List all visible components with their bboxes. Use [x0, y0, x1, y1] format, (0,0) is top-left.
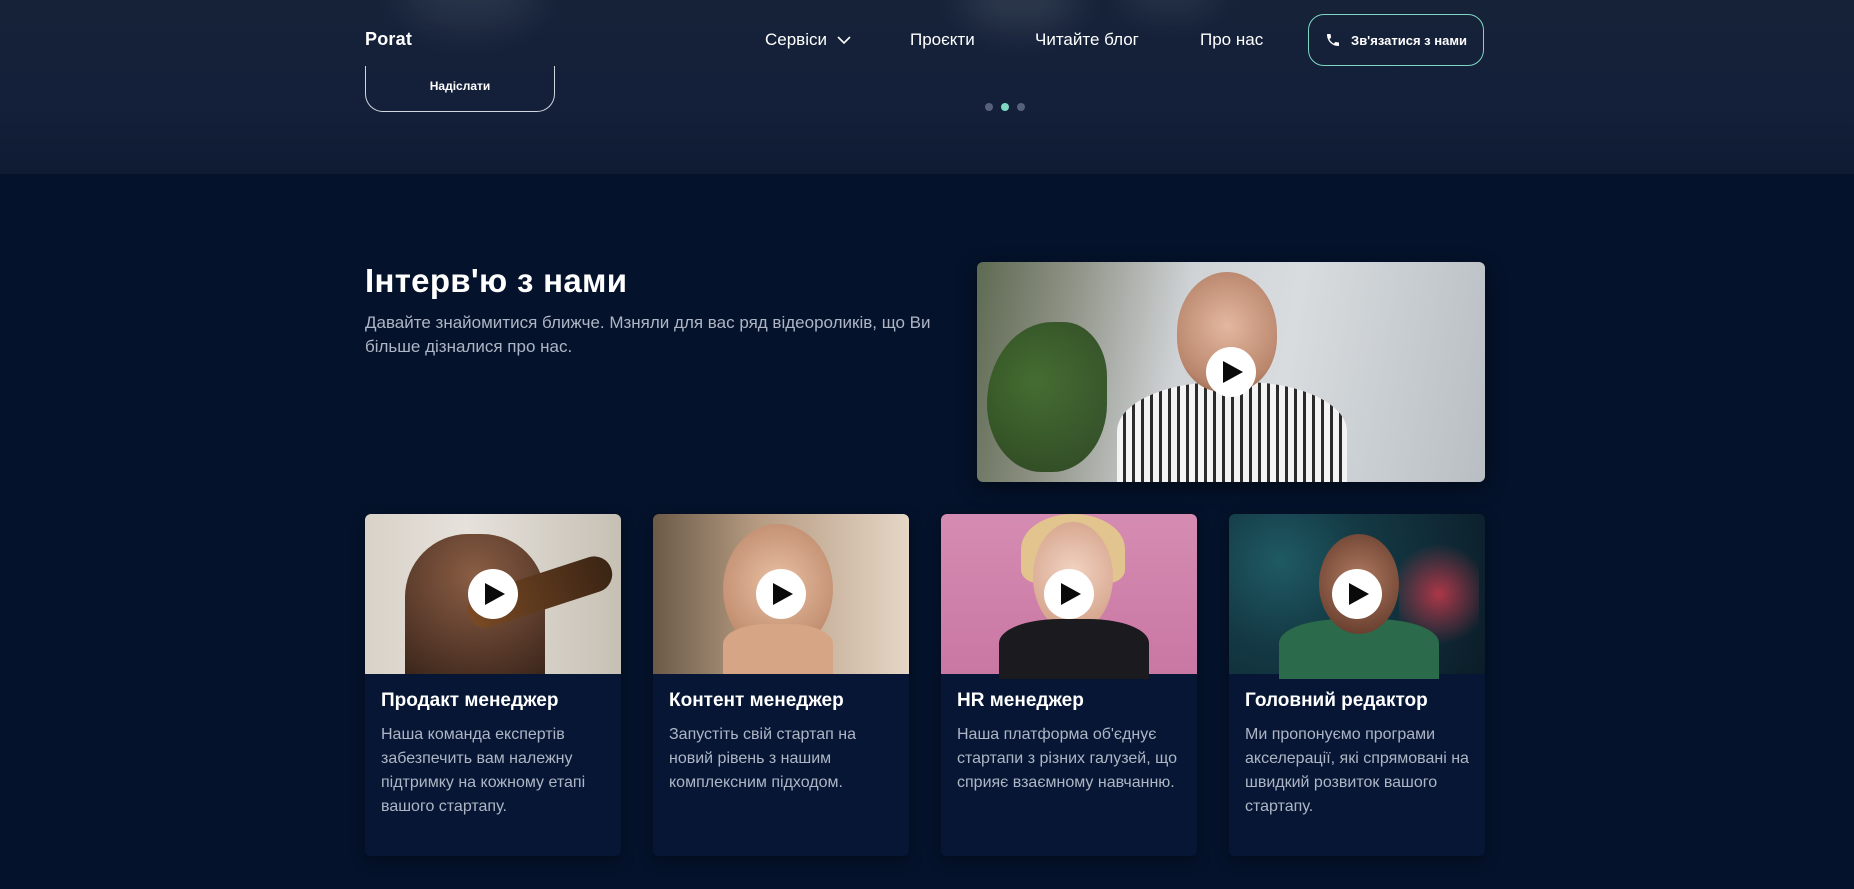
- video-card[interactable]: Продакт менеджер Наша команда експертів …: [365, 514, 621, 856]
- video-thumbnail: [365, 514, 621, 674]
- video-card[interactable]: Головний редактор Ми пропонуємо програми…: [1229, 514, 1485, 856]
- video-card[interactable]: HR менеджер Наша платформа об'єднує стар…: [941, 514, 1197, 856]
- nav-item-services[interactable]: Сервіси: [765, 30, 851, 50]
- site-logo[interactable]: Porat: [365, 29, 412, 50]
- submit-button[interactable]: Надіслати: [365, 66, 555, 112]
- card-title: Головний редактор: [1245, 690, 1428, 711]
- featured-video[interactable]: [977, 262, 1485, 482]
- hero-section: Porat Сервіси Проєкти Читайте блог Про н…: [0, 0, 1854, 174]
- nav-item-projects[interactable]: Проєкти: [910, 30, 975, 50]
- play-button[interactable]: [1044, 569, 1094, 619]
- card-text: Наша команда експертів забезпечить вам н…: [381, 726, 586, 815]
- card-text: Наша платформа об'єднує стартапи з різни…: [957, 726, 1177, 791]
- contact-button[interactable]: Зв'язатися з нами: [1308, 14, 1484, 66]
- carousel-dot[interactable]: [1017, 103, 1025, 111]
- hero-background-blur: [400, 0, 540, 30]
- play-button[interactable]: [468, 569, 518, 619]
- phone-icon: [1327, 34, 1340, 46]
- thumbnail-scarf: [999, 619, 1149, 679]
- play-icon: [485, 583, 505, 605]
- play-button[interactable]: [756, 569, 806, 619]
- nav-item-label: Сервіси: [765, 30, 827, 49]
- contact-button-label: Зв'язатися з нами: [1351, 32, 1467, 48]
- video-thumbnail: [1229, 514, 1485, 679]
- submit-button-label: Надіслати: [429, 79, 491, 93]
- card-title: Контент менеджер: [669, 690, 844, 711]
- video-thumbnail-person: [1117, 382, 1347, 482]
- video-card[interactable]: Контент менеджер Запустіть свій стартап …: [653, 514, 909, 856]
- card-text: Запустіть свій стартап на новий рівень з…: [669, 726, 856, 791]
- play-button[interactable]: [1332, 569, 1382, 619]
- section-title: Інтерв'ю з нами: [365, 262, 628, 299]
- carousel-indicator: [985, 103, 1025, 111]
- video-thumbnail: [941, 514, 1197, 679]
- section-description: Давайте знайомитися ближче. Мзняли для в…: [365, 313, 931, 356]
- play-icon: [773, 583, 793, 605]
- play-icon: [1349, 583, 1369, 605]
- play-button[interactable]: [1206, 347, 1256, 397]
- carousel-dot-active[interactable]: [1001, 103, 1009, 111]
- carousel-dot[interactable]: [985, 103, 993, 111]
- video-thumbnail: [653, 514, 909, 674]
- video-thumbnail-plant: [987, 322, 1107, 472]
- play-icon: [1061, 583, 1081, 605]
- card-title: Продакт менеджер: [381, 690, 559, 711]
- play-icon: [1223, 361, 1243, 383]
- hero-background-blur: [960, 0, 1080, 30]
- card-title: HR менеджер: [957, 690, 1084, 711]
- hero-background-blur: [1120, 0, 1220, 15]
- thumbnail-hand: [723, 624, 833, 674]
- card-text: Ми пропонуємо програми акселерації, які …: [1245, 726, 1469, 815]
- chevron-down-icon: [837, 36, 851, 45]
- nav-item-blog[interactable]: Читайте блог: [1035, 30, 1139, 50]
- nav-item-about[interactable]: Про нас: [1200, 30, 1263, 50]
